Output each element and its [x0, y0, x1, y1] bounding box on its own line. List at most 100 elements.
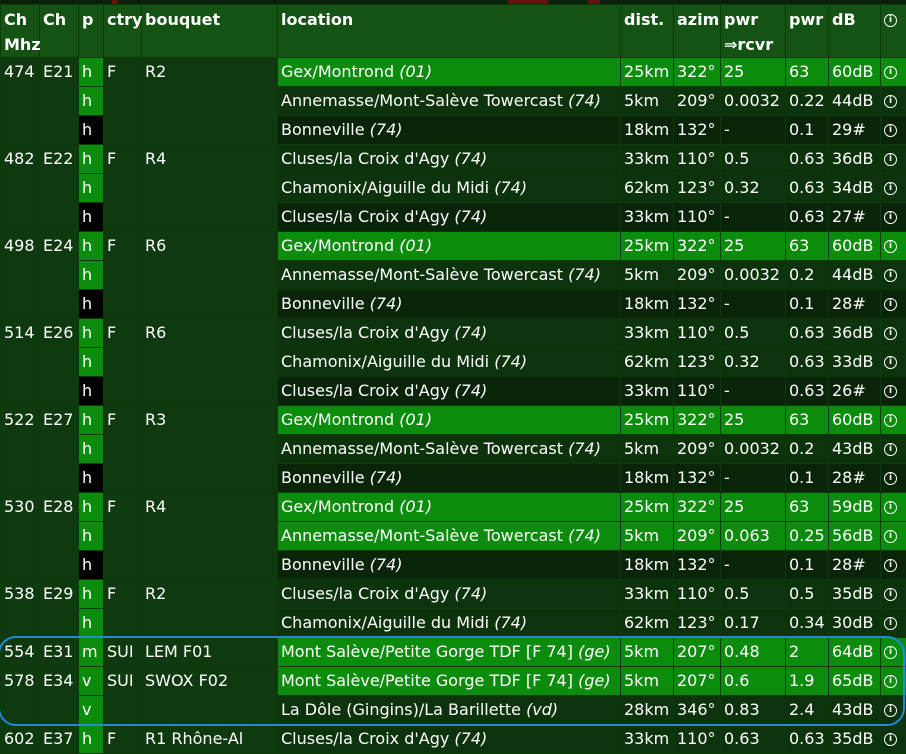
info-circle-icon[interactable]: i	[884, 124, 897, 137]
cell-location[interactable]: Gex/Montrond (01)	[278, 232, 621, 261]
cell-location[interactable]: Bonneville (74)	[278, 551, 621, 580]
table-row[interactable]: 498E24hFR6Gex/Montrond (01)25km322°25636…	[1, 232, 906, 261]
cell-location[interactable]: Mont Salève/Petite Gorge TDF [F 74] (ge)	[278, 667, 621, 696]
cell-location[interactable]: Gex/Montrond (01)	[278, 493, 621, 522]
cell-location[interactable]: Annemasse/Mont-Salève Towercast (74)	[278, 522, 621, 551]
info-circle-icon[interactable]: i	[884, 704, 897, 717]
cell-info[interactable]: i	[881, 696, 906, 725]
cell-location[interactable]: La Dôle (Gingins)/La Barillette (vd)	[278, 696, 621, 725]
location-name[interactable]: Annemasse/Mont-Salève Towercast	[281, 526, 563, 545]
location-name[interactable]: Annemasse/Mont-Salève Towercast	[281, 91, 563, 110]
cell-info[interactable]: i	[881, 58, 906, 87]
info-circle-icon[interactable]: i	[884, 211, 897, 224]
cell-info[interactable]: i	[881, 87, 906, 116]
location-name[interactable]: Annemasse/Mont-Salève Towercast	[281, 439, 563, 458]
cell-info[interactable]: i	[881, 203, 906, 232]
cell-info[interactable]: i	[881, 522, 906, 551]
cell-location[interactable]: Gex/Montrond (01)	[278, 58, 621, 87]
info-circle-icon[interactable]: i	[884, 269, 897, 282]
location-name[interactable]: Bonneville	[281, 120, 365, 139]
col-header-ch[interactable]: Ch	[40, 5, 79, 58]
cell-location[interactable]: Cluses/la Croix d'Agy (74)	[278, 203, 621, 232]
cell-location[interactable]: Chamonix/Aiguille du Midi (74)	[278, 348, 621, 377]
cell-location[interactable]: Annemasse/Mont-Salève Towercast (74)	[278, 261, 621, 290]
table-row[interactable]: 530E28hFR4Gex/Montrond (01)25km322°25635…	[1, 493, 906, 522]
cell-location[interactable]: Cluses/la Croix d'Agy (74)	[278, 319, 621, 348]
cell-location[interactable]: Gex/Montrond (01)	[278, 406, 621, 435]
cell-location[interactable]: Annemasse/Mont-Salève Towercast (74)	[278, 435, 621, 464]
info-circle-icon[interactable]: i	[884, 443, 897, 456]
cell-info[interactable]: i	[881, 261, 906, 290]
cell-info[interactable]: i	[881, 435, 906, 464]
info-circle-icon[interactable]: i	[884, 95, 897, 108]
location-name[interactable]: Chamonix/Aiguille du Midi	[281, 613, 489, 632]
info-circle-icon[interactable]: i	[884, 327, 897, 340]
cell-location[interactable]: Chamonix/Aiguille du Midi (74)	[278, 609, 621, 638]
cell-info[interactable]: i	[881, 348, 906, 377]
cell-info[interactable]: i	[881, 464, 906, 493]
cell-location[interactable]: Cluses/la Croix d'Agy (74)	[278, 145, 621, 174]
col-header-mhz[interactable]: ChMhz	[1, 5, 40, 58]
table-row[interactable]: 602E37hFR1 Rhône-AlCluses/la Croix d'Agy…	[1, 725, 906, 754]
cell-info[interactable]: i	[881, 377, 906, 406]
location-name[interactable]: Cluses/la Croix d'Agy	[281, 207, 449, 226]
col-header-pwr-rcvr[interactable]: pwr⇒rcvr	[721, 5, 786, 58]
info-circle-icon[interactable]: i	[884, 385, 897, 398]
info-circle-icon[interactable]: i	[884, 414, 897, 427]
cell-location[interactable]: Mont Salève/Petite Gorge TDF [F 74] (ge)	[278, 638, 621, 667]
cell-info[interactable]: i	[881, 609, 906, 638]
cell-info[interactable]: i	[881, 493, 906, 522]
cell-info[interactable]: i	[881, 580, 906, 609]
info-circle-icon[interactable]: i	[884, 646, 897, 659]
table-row[interactable]: 522E27hFR3Gex/Montrond (01)25km322°25636…	[1, 406, 906, 435]
col-header-dist[interactable]: dist.	[621, 5, 674, 58]
cell-info[interactable]: i	[881, 174, 906, 203]
col-header-info[interactable]: i	[881, 5, 906, 58]
info-circle-icon[interactable]: i	[884, 356, 897, 369]
location-name[interactable]: Cluses/la Croix d'Agy	[281, 381, 449, 400]
info-circle-icon[interactable]: i	[884, 733, 897, 746]
col-header-bouquet[interactable]: bouquet	[142, 5, 278, 58]
location-name[interactable]: Mont Salève/Petite Gorge TDF [F 74]	[281, 642, 573, 661]
info-circle-icon[interactable]: i	[884, 240, 897, 253]
cell-info[interactable]: i	[881, 290, 906, 319]
info-circle-icon[interactable]: i	[884, 675, 897, 688]
cell-info[interactable]: i	[881, 232, 906, 261]
col-header-ctry[interactable]: ctry	[104, 5, 142, 58]
cell-location[interactable]: Bonneville (74)	[278, 464, 621, 493]
col-header-db[interactable]: dB	[829, 5, 881, 58]
cell-info[interactable]: i	[881, 145, 906, 174]
location-name[interactable]: Bonneville	[281, 468, 365, 487]
cell-location[interactable]: Cluses/la Croix d'Agy (74)	[278, 580, 621, 609]
location-name[interactable]: Gex/Montrond	[281, 236, 394, 255]
location-name[interactable]: Cluses/la Croix d'Agy	[281, 149, 449, 168]
table-row[interactable]: 514E26hFR6Cluses/la Croix d'Agy (74)33km…	[1, 319, 906, 348]
location-name[interactable]: Bonneville	[281, 294, 365, 313]
cell-info[interactable]: i	[881, 116, 906, 145]
location-name[interactable]: Bonneville	[281, 555, 365, 574]
table-row[interactable]: 578E34vSUISWOX F02Mont Salève/Petite Gor…	[1, 667, 906, 696]
info-circle-icon[interactable]: i	[884, 559, 897, 572]
info-circle-icon[interactable]: i	[884, 153, 897, 166]
location-name[interactable]: La Dôle (Gingins)/La Barillette	[281, 700, 521, 719]
info-circle-icon[interactable]: i	[884, 501, 897, 514]
cell-location[interactable]: Cluses/la Croix d'Agy (74)	[278, 377, 621, 406]
col-header-location[interactable]: location	[278, 5, 621, 58]
info-circle-icon[interactable]: i	[884, 182, 897, 195]
location-name[interactable]: Gex/Montrond	[281, 410, 394, 429]
location-name[interactable]: Annemasse/Mont-Salève Towercast	[281, 265, 563, 284]
cell-info[interactable]: i	[881, 551, 906, 580]
cell-info[interactable]: i	[881, 406, 906, 435]
cell-info[interactable]: i	[881, 319, 906, 348]
location-name[interactable]: Chamonix/Aiguille du Midi	[281, 178, 489, 197]
table-row[interactable]: 474E21hFR2Gex/Montrond (01)25km322°25636…	[1, 58, 906, 87]
info-circle-icon[interactable]: i	[884, 530, 897, 543]
info-circle-icon[interactable]: i	[884, 298, 897, 311]
cell-location[interactable]: Bonneville (74)	[278, 116, 621, 145]
info-circle-icon[interactable]: i	[884, 588, 897, 601]
location-name[interactable]: Chamonix/Aiguille du Midi	[281, 352, 489, 371]
col-header-p[interactable]: p	[79, 5, 104, 58]
location-name[interactable]: Cluses/la Croix d'Agy	[281, 584, 449, 603]
col-header-azim[interactable]: azim	[674, 5, 721, 58]
cell-location[interactable]: Cluses/la Croix d'Agy (74)	[278, 725, 621, 754]
